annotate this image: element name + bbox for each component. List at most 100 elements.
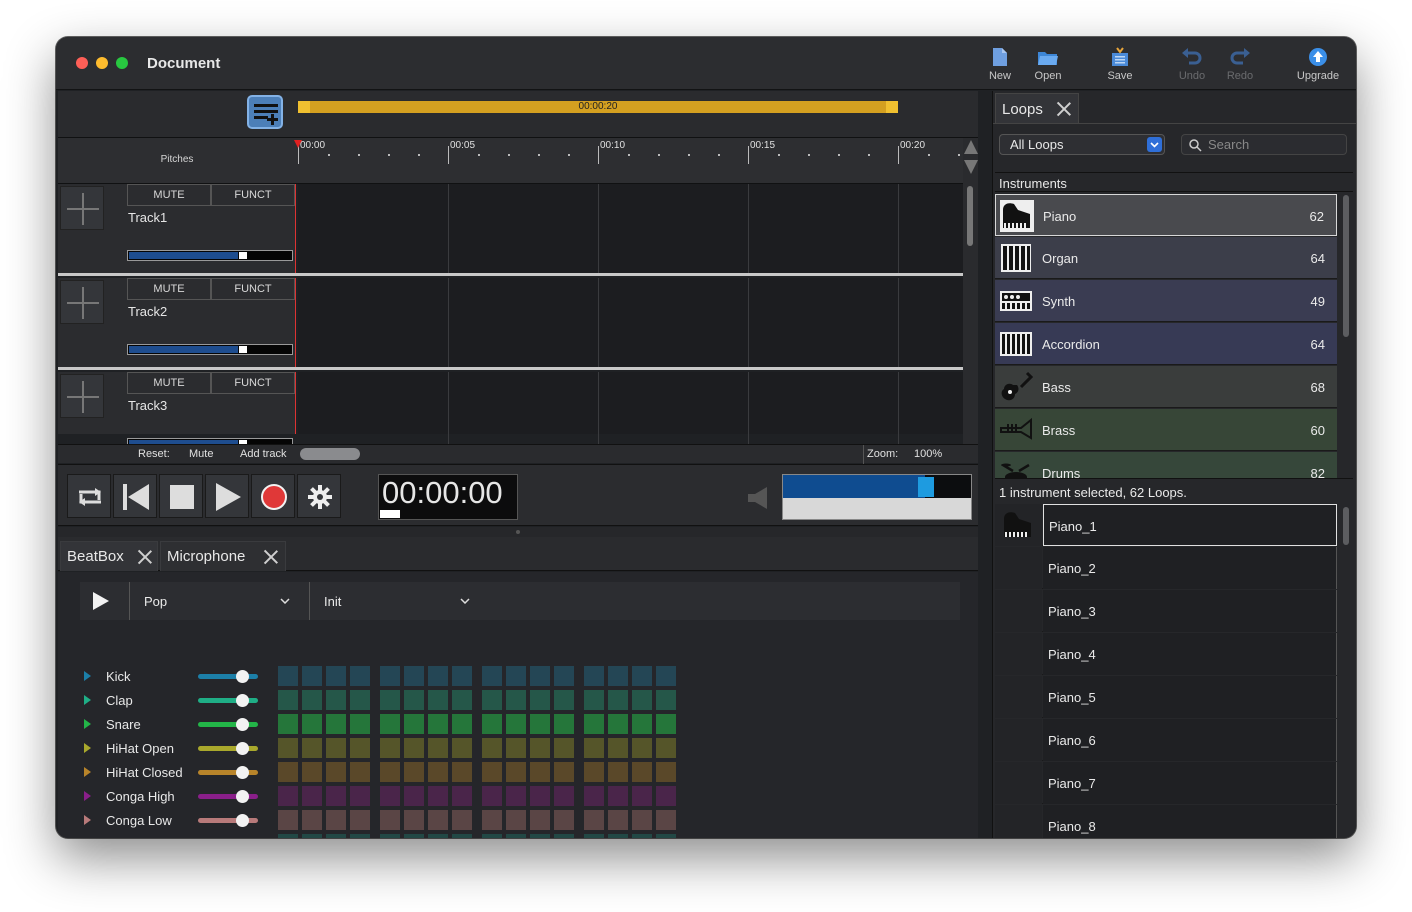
instrument-item-organ[interactable]: Organ 64: [995, 237, 1337, 279]
beat-step[interactable]: [506, 738, 526, 758]
beat-step[interactable]: [380, 786, 400, 806]
beat-step[interactable]: [302, 810, 322, 830]
beat-step[interactable]: [632, 690, 652, 710]
beat-step[interactable]: [554, 762, 574, 782]
beat-step[interactable]: [656, 810, 676, 830]
beat-step[interactable]: [506, 786, 526, 806]
beat-step[interactable]: [656, 738, 676, 758]
beat-step[interactable]: [584, 786, 604, 806]
master-volume-knob[interactable]: [917, 477, 934, 497]
add-track-list-button[interactable]: [247, 95, 283, 129]
beat-step[interactable]: [428, 714, 448, 734]
instrument-volume-slider[interactable]: [198, 766, 258, 779]
beat-step[interactable]: [506, 810, 526, 830]
beat-step[interactable]: [506, 690, 526, 710]
beat-step[interactable]: [656, 786, 676, 806]
beat-step[interactable]: [380, 810, 400, 830]
beat-step[interactable]: [278, 762, 298, 782]
close-tab-icon[interactable]: [1056, 101, 1072, 117]
beat-step[interactable]: [278, 666, 298, 686]
add-instrument-icon[interactable]: [60, 186, 104, 230]
beat-step[interactable]: [608, 810, 628, 830]
beat-step[interactable]: [278, 834, 298, 838]
loop-item[interactable]: Piano_8: [995, 805, 1337, 838]
track-lane[interactable]: [298, 372, 963, 461]
track-volume-knob[interactable]: [239, 252, 248, 259]
beat-step[interactable]: [608, 666, 628, 686]
beat-step[interactable]: [608, 690, 628, 710]
undo-button[interactable]: Undo: [1167, 47, 1217, 82]
close-tab-icon[interactable]: [137, 549, 153, 565]
beat-step[interactable]: [428, 738, 448, 758]
open-button[interactable]: Open: [1023, 47, 1073, 82]
beat-step[interactable]: [482, 834, 502, 838]
beat-step[interactable]: [326, 690, 346, 710]
instrument-item-bass[interactable]: Bass 68: [995, 366, 1337, 408]
playhead[interactable]: [294, 140, 302, 148]
loops-filter-select[interactable]: All Loops: [999, 134, 1165, 155]
beat-step[interactable]: [428, 786, 448, 806]
scroll-up-icon[interactable]: [964, 140, 978, 154]
beat-step[interactable]: [302, 738, 322, 758]
instrument-volume-slider[interactable]: [198, 694, 258, 707]
beat-step[interactable]: [380, 714, 400, 734]
instrument-volume-slider[interactable]: [198, 670, 258, 683]
beat-step[interactable]: [404, 762, 424, 782]
instrument-volume-slider[interactable]: [198, 718, 258, 731]
beat-step[interactable]: [326, 666, 346, 686]
beat-step[interactable]: [530, 714, 550, 734]
style-select[interactable]: Pop: [132, 582, 310, 620]
beat-step[interactable]: [608, 714, 628, 734]
beat-step[interactable]: [350, 738, 370, 758]
loop-item[interactable]: Piano_3: [995, 590, 1337, 632]
beat-step[interactable]: [482, 714, 502, 734]
expand-arrow-icon[interactable]: [84, 671, 91, 681]
beat-step[interactable]: [632, 786, 652, 806]
new-button[interactable]: New: [975, 47, 1025, 82]
instrument-item-brass[interactable]: Brass 60: [995, 409, 1337, 451]
instrument-list-scroll-thumb[interactable]: [1343, 195, 1349, 337]
expand-arrow-icon[interactable]: [84, 815, 91, 825]
expand-arrow-icon[interactable]: [84, 695, 91, 705]
beat-step[interactable]: [632, 666, 652, 686]
beat-step[interactable]: [530, 738, 550, 758]
track-volume-slider[interactable]: [127, 344, 293, 355]
instrument-volume-knob[interactable]: [236, 814, 249, 827]
instrument-item-piano[interactable]: Piano 62: [995, 194, 1337, 236]
beat-step[interactable]: [302, 834, 322, 838]
zoom-window-button[interactable]: [116, 57, 128, 69]
beat-step[interactable]: [380, 666, 400, 686]
beat-step[interactable]: [278, 738, 298, 758]
beat-step[interactable]: [506, 762, 526, 782]
beat-step[interactable]: [278, 714, 298, 734]
loop-item[interactable]: Piano_5: [995, 676, 1337, 718]
beat-step[interactable]: [302, 762, 322, 782]
save-button[interactable]: Save: [1095, 47, 1145, 82]
beat-step[interactable]: [428, 666, 448, 686]
beat-step[interactable]: [452, 714, 472, 734]
beat-step[interactable]: [350, 714, 370, 734]
beat-step[interactable]: [608, 786, 628, 806]
beat-step[interactable]: [326, 762, 346, 782]
beat-step[interactable]: [530, 834, 550, 838]
beat-step[interactable]: [554, 738, 574, 758]
beat-step[interactable]: [452, 810, 472, 830]
rewind-button[interactable]: [113, 474, 157, 518]
beat-step[interactable]: [350, 690, 370, 710]
beat-step[interactable]: [428, 810, 448, 830]
beat-step[interactable]: [380, 834, 400, 838]
beat-step[interactable]: [608, 762, 628, 782]
beat-step[interactable]: [404, 666, 424, 686]
beat-step[interactable]: [584, 834, 604, 838]
tab-beatbox[interactable]: BeatBox: [60, 541, 158, 571]
master-volume-meter[interactable]: [782, 474, 972, 520]
beat-step[interactable]: [404, 810, 424, 830]
expand-arrow-icon[interactable]: [84, 719, 91, 729]
beat-step[interactable]: [278, 810, 298, 830]
redo-button[interactable]: Redo: [1215, 47, 1265, 82]
beat-step[interactable]: [632, 714, 652, 734]
beat-step[interactable]: [404, 738, 424, 758]
funct-button[interactable]: FUNCT: [211, 278, 295, 300]
add-instrument-icon[interactable]: [60, 374, 104, 418]
mute-button[interactable]: MUTE: [127, 184, 211, 206]
